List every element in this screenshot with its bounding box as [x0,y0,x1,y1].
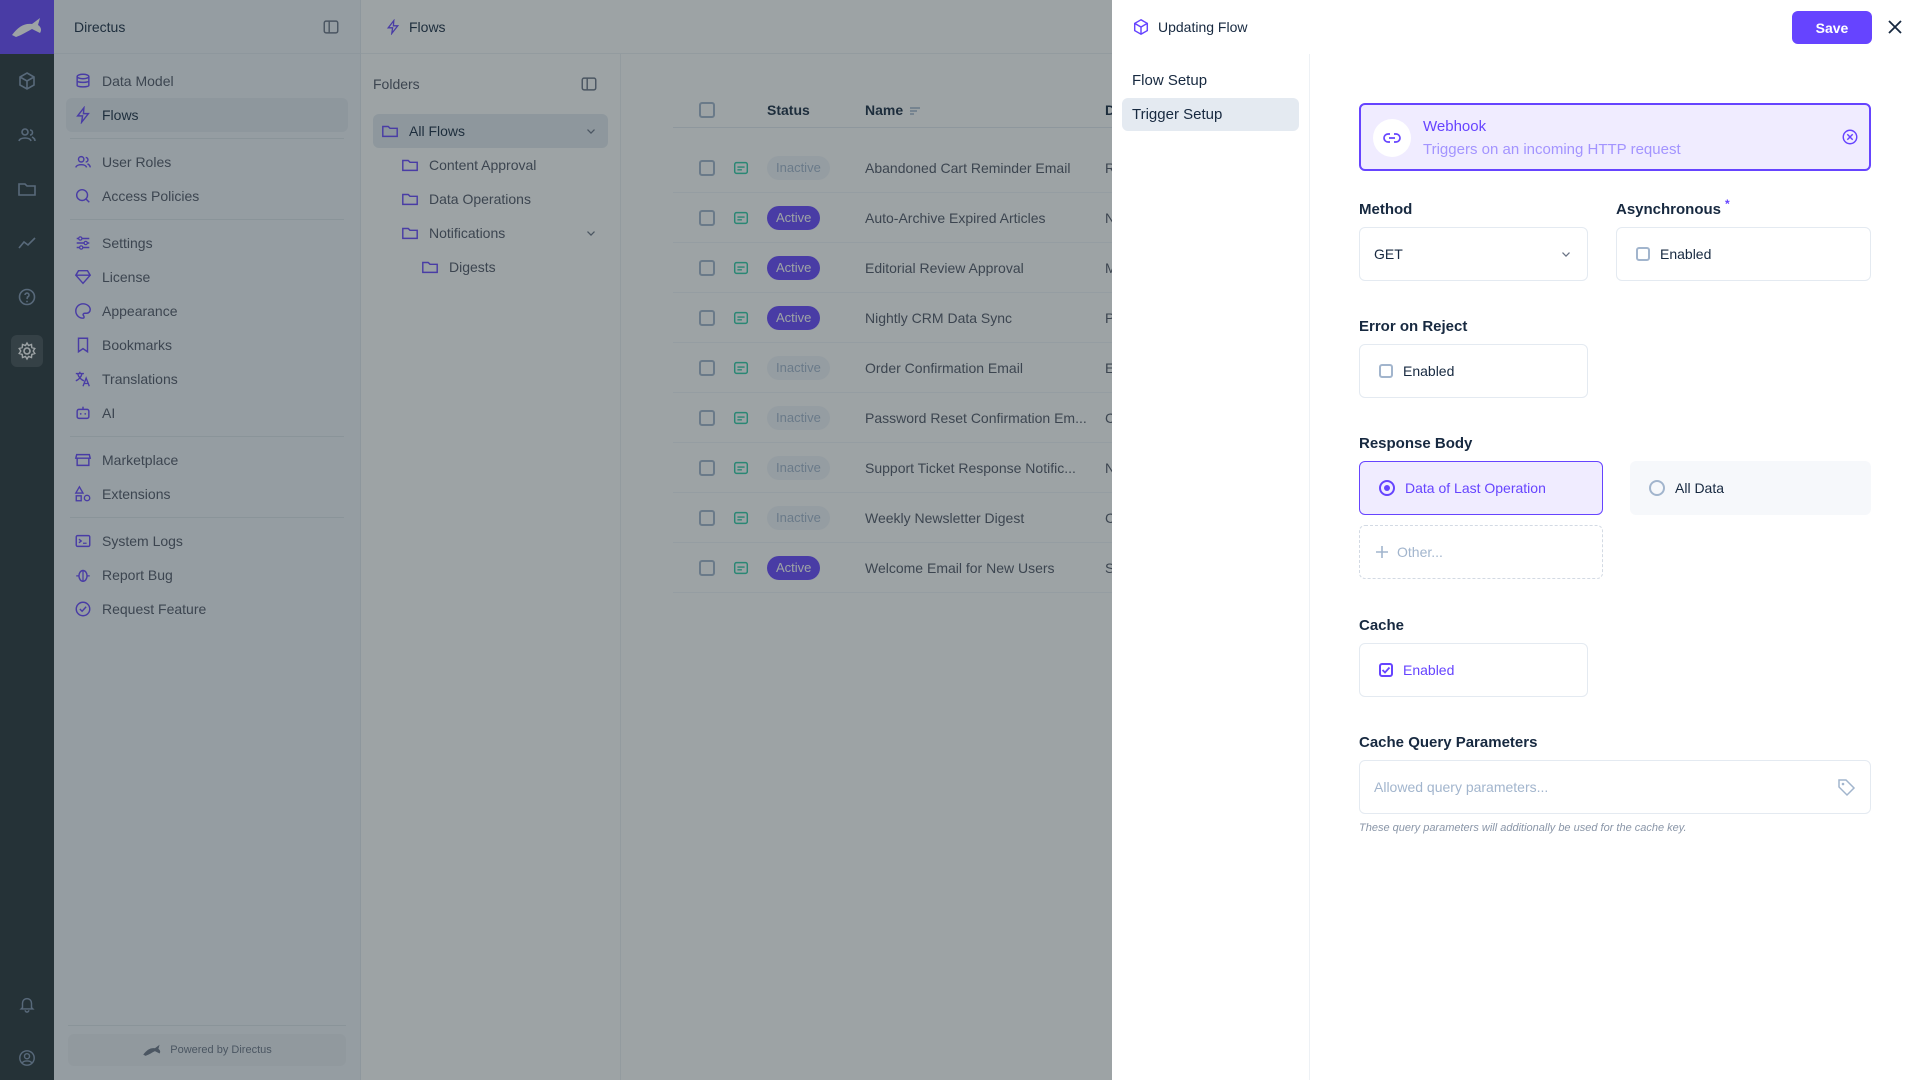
cache-query-placeholder: Allowed query parameters... [1374,779,1549,795]
drawer-tabs: Flow Setup Trigger Setup [1112,54,1310,1080]
method-label: Method [1359,201,1413,218]
flow-drawer: Updating Flow Save Flow Setup Trigger Se… [1112,0,1920,1080]
remove-trigger-icon[interactable] [1841,128,1859,146]
cube-icon [1133,18,1149,36]
cache-checkbox-checked[interactable] [1379,663,1393,677]
response-option-other[interactable]: Other... [1359,525,1603,579]
cache-label: Cache [1359,617,1405,634]
cache-query-label: Cache Query Parameters [1359,734,1538,751]
asynchronous-label-text: Asynchronous [1616,201,1722,218]
trigger-title: Webhook [1423,118,1487,135]
response-option-label: Data of Last Operation [1405,480,1546,496]
trigger-description: Triggers on an incoming HTTP request [1423,141,1681,158]
cache-option: Enabled [1403,662,1455,678]
method-select[interactable]: GET [1359,227,1588,281]
required-marker: * [1725,197,1730,211]
response-body-label: Response Body [1359,435,1473,452]
error-on-reject-label: Error on Reject [1359,318,1468,335]
error-on-reject-checkbox[interactable] [1379,364,1393,378]
cache-toggle[interactable]: Enabled [1359,643,1588,697]
error-on-reject-option: Enabled [1403,363,1455,379]
response-other-label: Other... [1397,544,1443,560]
save-button[interactable]: Save [1792,11,1872,44]
error-on-reject-toggle[interactable]: Enabled [1359,344,1588,398]
link-icon [1373,119,1411,157]
plus-icon [1376,546,1388,558]
trigger-setup-form: Webhook Triggers on an incoming HTTP req… [1310,54,1920,1080]
response-option-all-data[interactable]: All Data [1630,461,1871,515]
asynchronous-checkbox[interactable] [1636,247,1650,261]
tag-icon [1838,779,1856,797]
close-icon[interactable] [1884,16,1906,38]
response-option-label: All Data [1675,480,1725,496]
method-value: GET [1374,246,1403,262]
drawer-title: Updating Flow [1158,19,1248,35]
modal-overlay[interactable] [0,0,1112,1080]
radio-unselected[interactable] [1649,480,1665,496]
radio-selected[interactable] [1379,480,1395,496]
trigger-card-webhook[interactable]: Webhook Triggers on an incoming HTTP req… [1359,103,1871,171]
tab-flow-setup[interactable]: Flow Setup [1122,64,1299,97]
cache-query-hint: These query parameters will additionally… [1359,822,1687,834]
chevron-down-icon [1562,252,1570,257]
tab-trigger-setup[interactable]: Trigger Setup [1122,98,1299,131]
cache-query-input[interactable]: Allowed query parameters... [1359,760,1871,814]
asynchronous-toggle[interactable]: Enabled [1616,227,1871,281]
response-option-last-operation[interactable]: Data of Last Operation [1359,461,1603,515]
asynchronous-label: Asynchronous * [1616,197,1730,218]
asynchronous-option: Enabled [1660,246,1712,262]
